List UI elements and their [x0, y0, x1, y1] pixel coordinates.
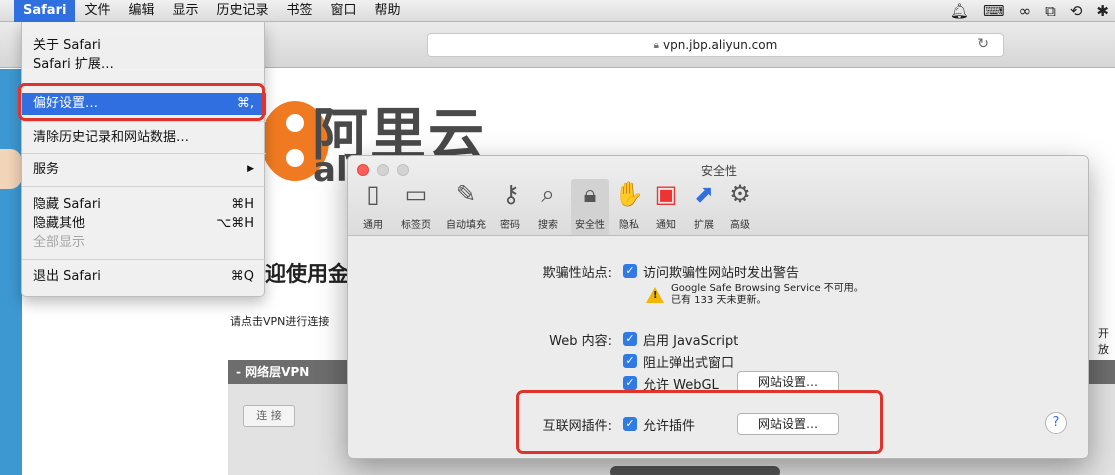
tab-general[interactable]: ▯ 通用: [358, 179, 388, 235]
menu-separator: [22, 121, 266, 122]
preferences-title: 安全性: [700, 164, 737, 178]
window-icon[interactable]: ⧉: [1045, 0, 1056, 22]
webgl-checkbox[interactable]: ✓: [623, 376, 637, 390]
status-icons: 🔔︎ ⌨ ∞ ⧉ ⟲ ✱: [950, 0, 1109, 22]
web-content-label: Web 内容:: [549, 334, 612, 349]
menu-separator: [22, 153, 266, 154]
annotation-highlight-preferences: [18, 83, 265, 121]
tab-privacy[interactable]: ✋ 隐私: [614, 179, 644, 235]
tab-extensions[interactable]: ⬈ 扩展: [688, 179, 720, 235]
tab-label: 通知: [656, 220, 676, 231]
horizontal-scrollbar[interactable]: [610, 466, 780, 475]
menu-item-clear-history[interactable]: 清除历史记录和网站数据…: [22, 128, 266, 147]
hand-icon: ✋: [614, 180, 644, 208]
quit-label: 退出 Safari: [33, 269, 101, 284]
reload-icon[interactable]: ↻: [977, 36, 989, 52]
menu-item-hide-safari[interactable]: 隐藏 Safari ⌘H: [22, 195, 266, 214]
fraud-checkbox[interactable]: ✓: [623, 264, 637, 278]
instruction-right-text: 开放: [1098, 327, 1109, 356]
menu-safari[interactable]: Safari: [14, 0, 76, 22]
general-icon: ▯: [366, 180, 380, 208]
fraud-checkbox-label: 访问欺骗性网站时发出警告: [643, 266, 800, 281]
address-bar[interactable]: 🔒︎ vpn.jbp.aliyun.com ↻: [427, 33, 1004, 57]
infinity-icon[interactable]: ∞: [1019, 0, 1032, 22]
javascript-checkbox[interactable]: ✓: [623, 332, 637, 346]
menu-bookmarks[interactable]: 书签: [278, 0, 322, 22]
tab-label: 通用: [363, 220, 383, 231]
menu-item-hide-others[interactable]: 隐藏其他 ⌥⌘H: [22, 214, 266, 233]
tab-tabs[interactable]: ▭ 标签页: [396, 179, 436, 235]
hide-safari-shortcut: ⌘H: [231, 197, 254, 212]
quit-shortcut: ⌘Q: [230, 269, 254, 284]
menu-separator: [22, 259, 266, 260]
hide-others-shortcut: ⌥⌘H: [216, 216, 254, 231]
bluetooth-icon[interactable]: ✱: [1096, 0, 1109, 22]
tab-label: 高级: [730, 220, 750, 231]
puzzle-icon: ⬈: [693, 180, 715, 208]
tab-label: 安全性: [575, 220, 605, 231]
gear-icon: ⚙: [729, 180, 751, 208]
apple-menu-edge[interactable]: [0, 0, 14, 22]
help-button[interactable]: ?: [1045, 412, 1067, 434]
tab-label: 扩展: [694, 220, 714, 231]
tab-label: 搜索: [538, 220, 558, 231]
preferences-toolbar: 安全性 ▯ 通用 ▭ 标签页 ✎ 自动填充 ⚷ 密码 ⌕ 搜索 🔒︎ 安全性 ✋…: [348, 156, 1088, 236]
menu-bar: Safari 文件 编辑 显示 历史记录 书签 窗口 帮助 🔔︎ ⌨ ∞ ⧉ ⟲…: [0, 0, 1115, 22]
menu-item-quit[interactable]: 退出 Safari ⌘Q: [22, 267, 266, 286]
menu-file[interactable]: 文件: [75, 0, 119, 22]
connect-button[interactable]: 连 接: [243, 405, 295, 427]
menu-help[interactable]: 帮助: [366, 0, 410, 22]
hide-others-label: 隐藏其他: [33, 216, 86, 231]
warning-text-1: Google Safe Browsing Service 不可用。: [671, 283, 864, 294]
tab-passwords[interactable]: ⚷ 密码: [496, 179, 524, 235]
menu-window[interactable]: 窗口: [322, 0, 366, 22]
tab-label: 密码: [500, 220, 520, 231]
warning-text-2: 已有 133 天未更新。: [671, 295, 767, 306]
search-icon: ⌕: [541, 180, 555, 208]
submenu-arrow-icon: ▶: [247, 164, 254, 174]
annotation-highlight-plugins: [516, 390, 883, 454]
menu-view[interactable]: 显示: [163, 0, 207, 22]
tab-notifications[interactable]: ▣ 通知: [650, 179, 682, 235]
menu-edit[interactable]: 编辑: [119, 0, 163, 22]
keyboard-icon[interactable]: ⌨: [983, 0, 1005, 22]
tabs-icon: ▭: [404, 180, 428, 208]
hide-safari-label: 隐藏 Safari: [33, 197, 101, 212]
lock-icon: 🔒︎: [653, 39, 659, 51]
key-icon: ⚷: [502, 180, 520, 208]
welcome-heading: 迎使用金: [265, 262, 349, 286]
tab-security[interactable]: 🔒︎ 安全性: [571, 179, 609, 235]
javascript-label: 启用 JavaScript: [643, 334, 739, 349]
notification-icon: ▣: [654, 180, 678, 208]
popups-checkbox[interactable]: ✓: [623, 354, 637, 368]
menu-item-about[interactable]: 关于 Safari: [22, 36, 266, 55]
menu-item-show-all: 全部显示: [33, 235, 86, 250]
autofill-icon: ✎: [455, 180, 477, 208]
menu-item-services[interactable]: 服务 ▶: [22, 160, 266, 179]
url-text: vpn.jbp.aliyun.com: [663, 38, 778, 52]
popups-label: 阻止弹出式窗口: [643, 356, 735, 371]
tab-label: 自动填充: [446, 220, 486, 231]
services-label: 服务: [33, 162, 60, 177]
lock-icon: 🔒︎: [583, 180, 597, 208]
tab-label: 标签页: [401, 220, 431, 231]
avatar-image: [0, 149, 22, 189]
time-machine-icon[interactable]: ⟲: [1070, 0, 1083, 22]
instruction-text: 请点击VPN进行连接: [230, 315, 330, 328]
tab-search[interactable]: ⌕ 搜索: [532, 179, 564, 235]
menu-history[interactable]: 历史记录: [207, 0, 277, 22]
warning-mark: !: [653, 290, 658, 301]
tab-label: 隐私: [619, 220, 639, 231]
fraud-label: 欺骗性站点:: [542, 266, 612, 281]
safari-menu-dropdown: 关于 Safari Safari 扩展… 偏好设置… ⌘, 清除历史记录和网站数…: [21, 22, 266, 297]
left-decoration: [0, 69, 22, 475]
menu-item-extensions[interactable]: Safari 扩展…: [22, 55, 266, 74]
tab-advanced[interactable]: ⚙ 高级: [724, 179, 756, 235]
menu-separator: [22, 186, 266, 187]
bell-icon[interactable]: 🔔︎: [950, 0, 969, 22]
tab-autofill[interactable]: ✎ 自动填充: [442, 179, 490, 235]
